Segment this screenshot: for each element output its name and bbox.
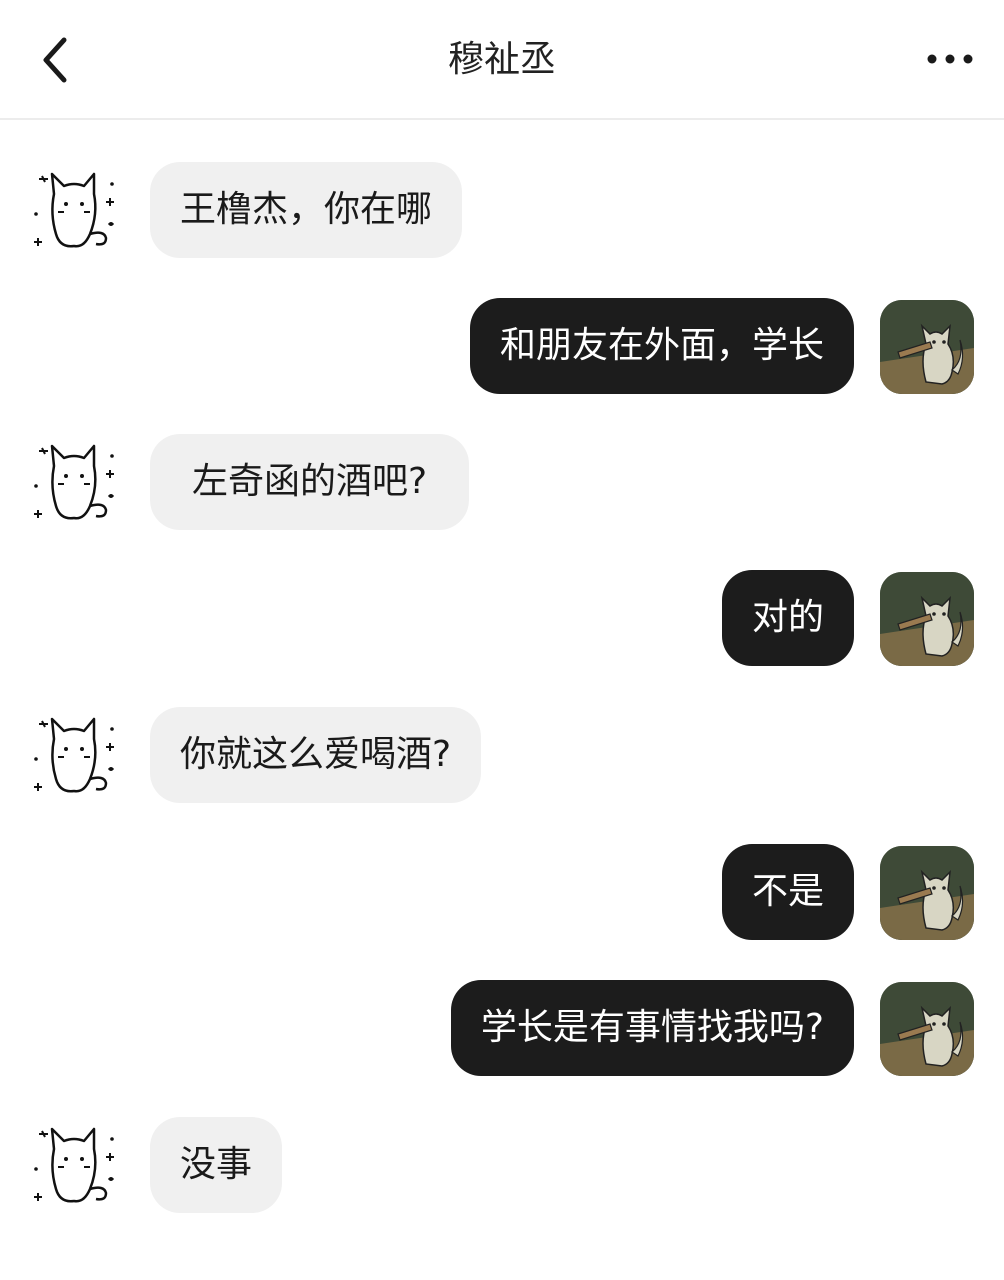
- message-row: 你就这么爱喝酒?: [0, 707, 1004, 803]
- message-bubble-outgoing[interactable]: 学长是有事情找我吗?: [450, 980, 854, 1076]
- doodle-cat-avatar: [34, 444, 114, 520]
- contact-avatar[interactable]: [28, 164, 122, 258]
- contact-avatar[interactable]: [28, 436, 122, 530]
- contact-avatar[interactable]: [28, 1119, 122, 1213]
- message-bubble-incoming[interactable]: 左奇函的酒吧?: [150, 434, 470, 530]
- message-bubble-outgoing[interactable]: 不是: [721, 844, 854, 940]
- message-row: 对的: [0, 570, 1004, 666]
- message-bubble-outgoing[interactable]: 对的: [721, 570, 854, 666]
- chat-header: 穆祉丞: [0, 0, 1004, 120]
- more-horizontal-icon: [927, 54, 973, 64]
- doodle-cat-avatar: [34, 172, 114, 248]
- cartoon-cat-avatar: [880, 300, 974, 394]
- message-row: 王橹杰，你在哪: [0, 162, 1004, 258]
- doodle-cat-avatar: [34, 1127, 114, 1203]
- more-options-button[interactable]: [924, 44, 980, 74]
- cartoon-cat-avatar: [880, 572, 974, 666]
- message-row: 没事: [0, 1117, 1004, 1213]
- cartoon-cat-avatar: [880, 846, 974, 940]
- self-avatar[interactable]: [880, 300, 974, 394]
- cartoon-cat-avatar: [880, 982, 974, 1076]
- contact-avatar[interactable]: [28, 709, 122, 803]
- self-avatar[interactable]: [880, 572, 974, 666]
- self-avatar[interactable]: [880, 846, 974, 940]
- self-avatar[interactable]: [880, 982, 974, 1076]
- message-row: 不是: [0, 844, 1004, 940]
- message-bubble-incoming[interactable]: 没事: [150, 1117, 283, 1213]
- message-bubble-incoming[interactable]: 王橹杰，你在哪: [150, 162, 463, 258]
- message-bubble-outgoing[interactable]: 和朋友在外面，学长: [469, 298, 854, 394]
- message-bubble-incoming[interactable]: 你就这么爱喝酒?: [150, 707, 482, 803]
- message-row: 学长是有事情找我吗?: [0, 980, 1004, 1076]
- message-row: 和朋友在外面，学长: [0, 298, 1004, 394]
- doodle-cat-avatar: [34, 717, 114, 793]
- chat-title: 穆祉丞: [447, 39, 556, 80]
- message-row: 左奇函的酒吧?: [0, 434, 1004, 530]
